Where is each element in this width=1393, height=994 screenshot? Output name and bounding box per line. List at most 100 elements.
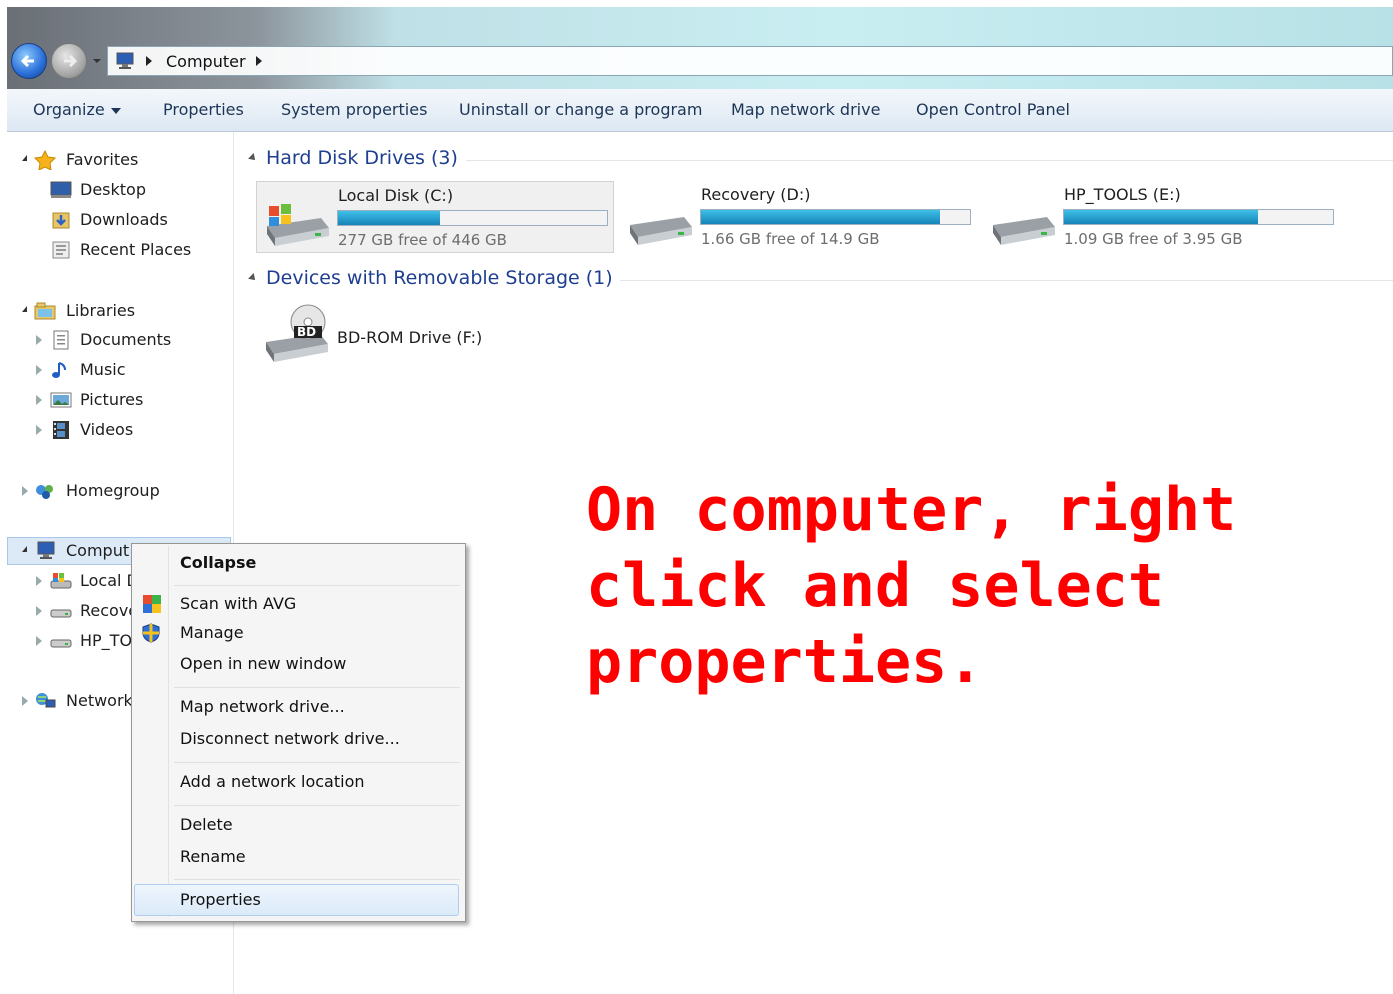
disk-usage-bar — [700, 209, 971, 225]
menu-icon-gutter — [168, 546, 169, 917]
nav-label: Comput — [66, 541, 130, 560]
collapse-arrow-icon[interactable] — [36, 636, 42, 646]
shield-icon — [142, 623, 160, 643]
annotation-line: properties. — [586, 627, 984, 697]
recent-places-icon — [52, 241, 70, 259]
avg-icon — [143, 595, 161, 613]
group-divider — [466, 160, 1393, 161]
drive-tile-c[interactable]: Local Disk (C:) 277 GB free of 446 GB — [256, 181, 614, 253]
downloads-folder-icon — [52, 212, 70, 229]
nav-label: Pictures — [80, 390, 144, 409]
system-properties-button[interactable]: System properties — [281, 100, 427, 119]
bd-badge: BD — [297, 325, 317, 339]
open-control-panel-button[interactable]: Open Control Panel — [916, 100, 1070, 119]
pictures-icon — [50, 392, 72, 408]
window-titlebar: Computer — [7, 7, 1393, 89]
address-separator-icon[interactable] — [256, 56, 262, 66]
annotation-line: On computer, right — [586, 475, 1237, 545]
menu-separator — [174, 805, 460, 806]
drive-tile-e[interactable]: HP_TOOLS (E:) 1.09 GB free of 3.95 GB — [983, 181, 1341, 253]
menu-item-manage[interactable]: Manage — [180, 623, 244, 642]
expand-arrow-icon[interactable] — [22, 546, 27, 552]
group-header-hard-disks[interactable]: Hard Disk Drives (3) — [266, 147, 458, 169]
organize-button[interactable]: Organize — [33, 100, 121, 119]
drive-icon — [630, 217, 692, 245]
map-network-drive-button[interactable]: Map network drive — [731, 100, 880, 119]
drive-name: Local Disk (C:) — [338, 186, 454, 205]
recent-pages-chevron-icon[interactable] — [92, 56, 102, 66]
music-note-icon — [52, 362, 66, 378]
expand-arrow-icon[interactable] — [22, 306, 27, 312]
drive-free-space: 277 GB free of 446 GB — [338, 231, 507, 249]
collapse-arrow-icon[interactable] — [36, 606, 42, 616]
command-bar: Organize Properties System properties Un… — [7, 89, 1393, 132]
nav-label: Recent Places — [80, 240, 192, 259]
forward-arrow-icon — [64, 54, 78, 68]
documents-icon — [53, 330, 69, 350]
disk-usage-bar — [1063, 209, 1334, 225]
nav-label: HP_TO — [80, 631, 133, 650]
expand-arrow-icon[interactable] — [22, 155, 27, 161]
address-bar[interactable]: Computer — [107, 46, 1393, 76]
nav-label: Libraries — [66, 301, 136, 320]
annotation-line: click and select — [586, 551, 1164, 621]
drive-free-space: 1.66 GB free of 14.9 GB — [701, 230, 880, 248]
homegroup-icon — [36, 485, 53, 499]
drive-icon — [50, 639, 72, 648]
menu-separator — [174, 687, 460, 688]
computer-icon — [37, 541, 55, 559]
collapse-arrow-icon[interactable] — [36, 425, 42, 435]
nav-label: Recove — [80, 601, 139, 620]
nav-label: Videos — [80, 420, 134, 439]
address-separator-icon[interactable] — [146, 56, 152, 66]
drive-icon — [993, 217, 1055, 245]
menu-item-collapse[interactable]: Collapse — [180, 553, 256, 572]
drive-tile-d[interactable]: Recovery (D:) 1.66 GB free of 14.9 GB — [620, 181, 978, 253]
group-header-removable[interactable]: Devices with Removable Storage (1) — [266, 267, 613, 289]
menu-item-scan-avg[interactable]: Scan with AVG — [180, 594, 296, 613]
disk-usage-fill — [701, 210, 941, 224]
menu-item-disconnect-network-drive[interactable]: Disconnect network drive... — [180, 729, 400, 748]
menu-separator — [174, 585, 460, 586]
nav-label: Documents — [80, 330, 172, 349]
collapse-arrow-icon[interactable] — [36, 395, 42, 405]
forward-button[interactable] — [51, 43, 87, 79]
nav-label: Favorites — [66, 150, 139, 169]
nav-label: Desktop — [80, 180, 146, 199]
drive-icon — [50, 609, 72, 618]
network-icon — [36, 693, 56, 708]
nav-label: Music — [80, 360, 126, 379]
menu-item-open-new-window[interactable]: Open in new window — [180, 654, 346, 673]
back-button[interactable] — [11, 43, 47, 79]
collapse-arrow-icon[interactable] — [22, 696, 28, 706]
libraries-icon — [34, 302, 56, 320]
drive-tile-bd-rom[interactable]: BD BD-ROM Drive (F:) — [256, 298, 516, 370]
breadcrumb-computer[interactable]: Computer — [166, 52, 246, 71]
collapse-arrow-icon[interactable] — [36, 335, 42, 345]
group-collapse-arrow-icon[interactable] — [248, 273, 258, 283]
computer-icon — [116, 52, 134, 69]
drive-name: HP_TOOLS (E:) — [1064, 185, 1181, 204]
uninstall-program-button[interactable]: Uninstall or change a program — [459, 100, 702, 119]
menu-separator — [174, 879, 460, 880]
star-icon — [34, 150, 56, 170]
menu-separator — [174, 762, 460, 763]
disk-usage-fill — [338, 211, 441, 225]
disk-usage-bar — [337, 210, 608, 226]
menu-item-delete[interactable]: Delete — [180, 815, 233, 834]
properties-button[interactable]: Properties — [163, 100, 244, 119]
group-collapse-arrow-icon[interactable] — [248, 153, 258, 163]
instruction-annotation: On computer, right click and select prop… — [586, 472, 1346, 700]
menu-item-properties[interactable]: Properties — [180, 890, 261, 909]
menu-item-rename[interactable]: Rename — [180, 847, 246, 866]
menu-item-map-network-drive[interactable]: Map network drive... — [180, 697, 345, 716]
drive-name: BD-ROM Drive (F:) — [337, 328, 483, 347]
nav-label: Downloads — [80, 210, 168, 229]
videos-film-icon — [53, 421, 69, 439]
collapse-arrow-icon[interactable] — [36, 365, 42, 375]
windows-drive-icon — [267, 204, 329, 246]
collapse-arrow-icon[interactable] — [36, 576, 42, 586]
collapse-arrow-icon[interactable] — [22, 486, 28, 496]
menu-item-add-network-location[interactable]: Add a network location — [180, 772, 365, 791]
nav-label: Homegroup — [66, 481, 160, 500]
